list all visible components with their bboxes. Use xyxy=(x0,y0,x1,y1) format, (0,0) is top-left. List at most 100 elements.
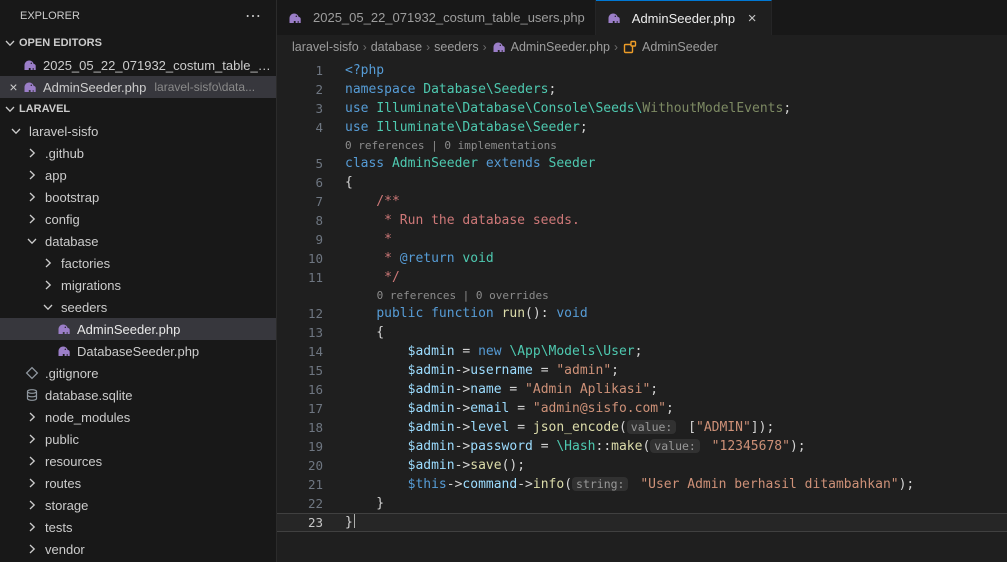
line-number[interactable]: 19 xyxy=(277,437,323,456)
tree-item-databaseseeder-php[interactable]: DatabaseSeeder.php xyxy=(0,340,276,362)
code-line-13[interactable]: 13 { xyxy=(277,323,1007,342)
tree-item-label: config xyxy=(45,212,80,227)
line-number[interactable]: 12 xyxy=(277,304,323,323)
tree-item-migrations[interactable]: migrations xyxy=(0,274,276,296)
code-line-7[interactable]: 7 /** xyxy=(277,192,1007,211)
tree-item-public[interactable]: public xyxy=(0,428,276,450)
open-editors-section-header[interactable]: OPEN EDITORS xyxy=(0,32,276,54)
line-number[interactable]: 20 xyxy=(277,456,323,475)
php-icon xyxy=(22,57,38,73)
code-line-2[interactable]: 2namespace Database\Seeders; xyxy=(277,80,1007,99)
codelens-link[interactable]: 0 references | 0 implementations xyxy=(323,137,557,154)
code-line-21[interactable]: 21 $this->command->info(string: "User Ad… xyxy=(277,475,1007,494)
tree-item-resources[interactable]: resources xyxy=(0,450,276,472)
open-editors-list: 2025_05_22_071932_costum_table_users.php… xyxy=(0,54,276,98)
tree-item-database[interactable]: database xyxy=(0,230,276,252)
editor-tab-1[interactable]: 2025_05_22_071932_costum_table_users.php xyxy=(277,0,596,35)
code-line-1[interactable]: 1<?php xyxy=(277,61,1007,80)
chevron-right-icon xyxy=(24,167,40,183)
tree-item-config[interactable]: config xyxy=(0,208,276,230)
line-number[interactable]: 4 xyxy=(277,118,323,137)
code-line-11[interactable]: 11 */ xyxy=(277,268,1007,287)
tree-item-storage[interactable]: storage xyxy=(0,494,276,516)
code-editor[interactable]: 1<?php2namespace Database\Seeders;3use I… xyxy=(277,59,1007,562)
tree-item-laravel-sisfo[interactable]: laravel-sisfo xyxy=(0,120,276,142)
breadcrumb-item-adminseeder[interactable]: AdminSeeder xyxy=(622,39,718,55)
line-number[interactable]: 10 xyxy=(277,249,323,268)
open-editor-item-2[interactable]: ×AdminSeeder.phplaravel-sisfo\data... xyxy=(0,76,276,98)
line-number[interactable]: 2 xyxy=(277,80,323,99)
line-number[interactable]: 11 xyxy=(277,268,323,287)
tree-item-node-modules[interactable]: node_modules xyxy=(0,406,276,428)
explorer-title: EXPLORER xyxy=(20,10,80,22)
tree-item--github[interactable]: .github xyxy=(0,142,276,164)
tree-item-label: AdminSeeder.php xyxy=(77,322,180,337)
breadcrumb-item-laravel-sisfo[interactable]: laravel-sisfo xyxy=(292,40,359,54)
line-number[interactable]: 9 xyxy=(277,230,323,249)
line-number[interactable]: 22 xyxy=(277,494,323,513)
tree-item-routes[interactable]: routes xyxy=(0,472,276,494)
tree-item-label: factories xyxy=(61,256,110,271)
code-line-8[interactable]: 8 * Run the database seeds. xyxy=(277,211,1007,230)
tree-item-factories[interactable]: factories xyxy=(0,252,276,274)
line-number[interactable]: 7 xyxy=(277,192,323,211)
line-number[interactable]: 3 xyxy=(277,99,323,118)
tree-item-label: public xyxy=(45,432,79,447)
line-number[interactable]: 14 xyxy=(277,342,323,361)
line-number[interactable]: 21 xyxy=(277,475,323,494)
breadcrumb-item-adminseeder-php[interactable]: AdminSeeder.php xyxy=(491,39,610,55)
editor-tab-2[interactable]: AdminSeeder.php× xyxy=(596,0,772,35)
code-line-14[interactable]: 14 $admin = new \App\Models\User; xyxy=(277,342,1007,361)
tree-item--gitignore[interactable]: .gitignore xyxy=(0,362,276,384)
tree-item-app[interactable]: app xyxy=(0,164,276,186)
code-line-18[interactable]: 18 $admin->level = json_encode(value: ["… xyxy=(277,418,1007,437)
code-line-4[interactable]: 4use Illuminate\Database\Seeder; xyxy=(277,118,1007,137)
code-line-17[interactable]: 17 $admin->email = "admin@sisfo.com"; xyxy=(277,399,1007,418)
code-line-10[interactable]: 10 * @return void xyxy=(277,249,1007,268)
line-number[interactable]: 18 xyxy=(277,418,323,437)
code-line-3[interactable]: 3use Illuminate\Database\Console\Seeds\W… xyxy=(277,99,1007,118)
code-line-15[interactable]: 15 $admin->username = "admin"; xyxy=(277,361,1007,380)
more-actions-icon[interactable]: ⋯ xyxy=(245,6,262,26)
tree-item-tests[interactable]: tests xyxy=(0,516,276,538)
codelens-link[interactable]: 0 references | 0 overrides xyxy=(355,287,549,304)
line-number[interactable]: 5 xyxy=(277,154,323,173)
workspace-section-header[interactable]: LARAVEL xyxy=(0,98,276,120)
class-symbol-icon xyxy=(622,39,638,55)
code-line-9[interactable]: 9 * xyxy=(277,230,1007,249)
close-icon[interactable]: × xyxy=(743,9,761,27)
tree-item-database-sqlite[interactable]: database.sqlite xyxy=(0,384,276,406)
line-number[interactable]: 8 xyxy=(277,211,323,230)
breadcrumb-label: laravel-sisfo xyxy=(292,40,359,54)
code-line-5[interactable]: 5class AdminSeeder extends Seeder xyxy=(277,154,1007,173)
open-editors-label: OPEN EDITORS xyxy=(19,37,102,49)
line-number[interactable]: 13 xyxy=(277,323,323,342)
tree-item-adminseeder-php[interactable]: AdminSeeder.php xyxy=(0,318,276,340)
code-line-16[interactable]: 16 $admin->name = "Admin Aplikasi"; xyxy=(277,380,1007,399)
line-number[interactable]: 15 xyxy=(277,361,323,380)
open-editor-item-1[interactable]: 2025_05_22_071932_costum_table_users.php xyxy=(0,54,276,76)
tree-item-vendor[interactable]: vendor xyxy=(0,538,276,560)
code-line-19[interactable]: 19 $admin->password = \Hash::make(value:… xyxy=(277,437,1007,456)
close-icon[interactable]: × xyxy=(5,79,22,95)
code-line-6[interactable]: 6{ xyxy=(277,173,1007,192)
line-number[interactable]: 6 xyxy=(277,173,323,192)
code-line-12[interactable]: 12 public function run(): void xyxy=(277,304,1007,323)
breadcrumb-item-database[interactable]: database xyxy=(371,40,422,54)
line-number[interactable]: 1 xyxy=(277,61,323,80)
tree-item-seeders[interactable]: seeders xyxy=(0,296,276,318)
tree-item-bootstrap[interactable]: bootstrap xyxy=(0,186,276,208)
workspace-label: LARAVEL xyxy=(19,103,70,115)
code-line-23[interactable]: 23} xyxy=(277,513,1007,532)
tab-bar: 2025_05_22_071932_costum_table_users.php… xyxy=(277,0,1007,35)
gitignore-icon xyxy=(24,365,40,381)
php-file-icon xyxy=(606,10,622,26)
chevron-down-icon xyxy=(24,233,40,249)
line-number[interactable]: 23 xyxy=(277,514,323,531)
code-line-20[interactable]: 20 $admin->save(); xyxy=(277,456,1007,475)
breadcrumb-item-seeders[interactable]: seeders xyxy=(434,40,478,54)
line-number[interactable]: 17 xyxy=(277,399,323,418)
code-line-22[interactable]: 22 } xyxy=(277,494,1007,513)
codelens-row: 0 references | 0 implementations xyxy=(277,137,1007,154)
line-number[interactable]: 16 xyxy=(277,380,323,399)
